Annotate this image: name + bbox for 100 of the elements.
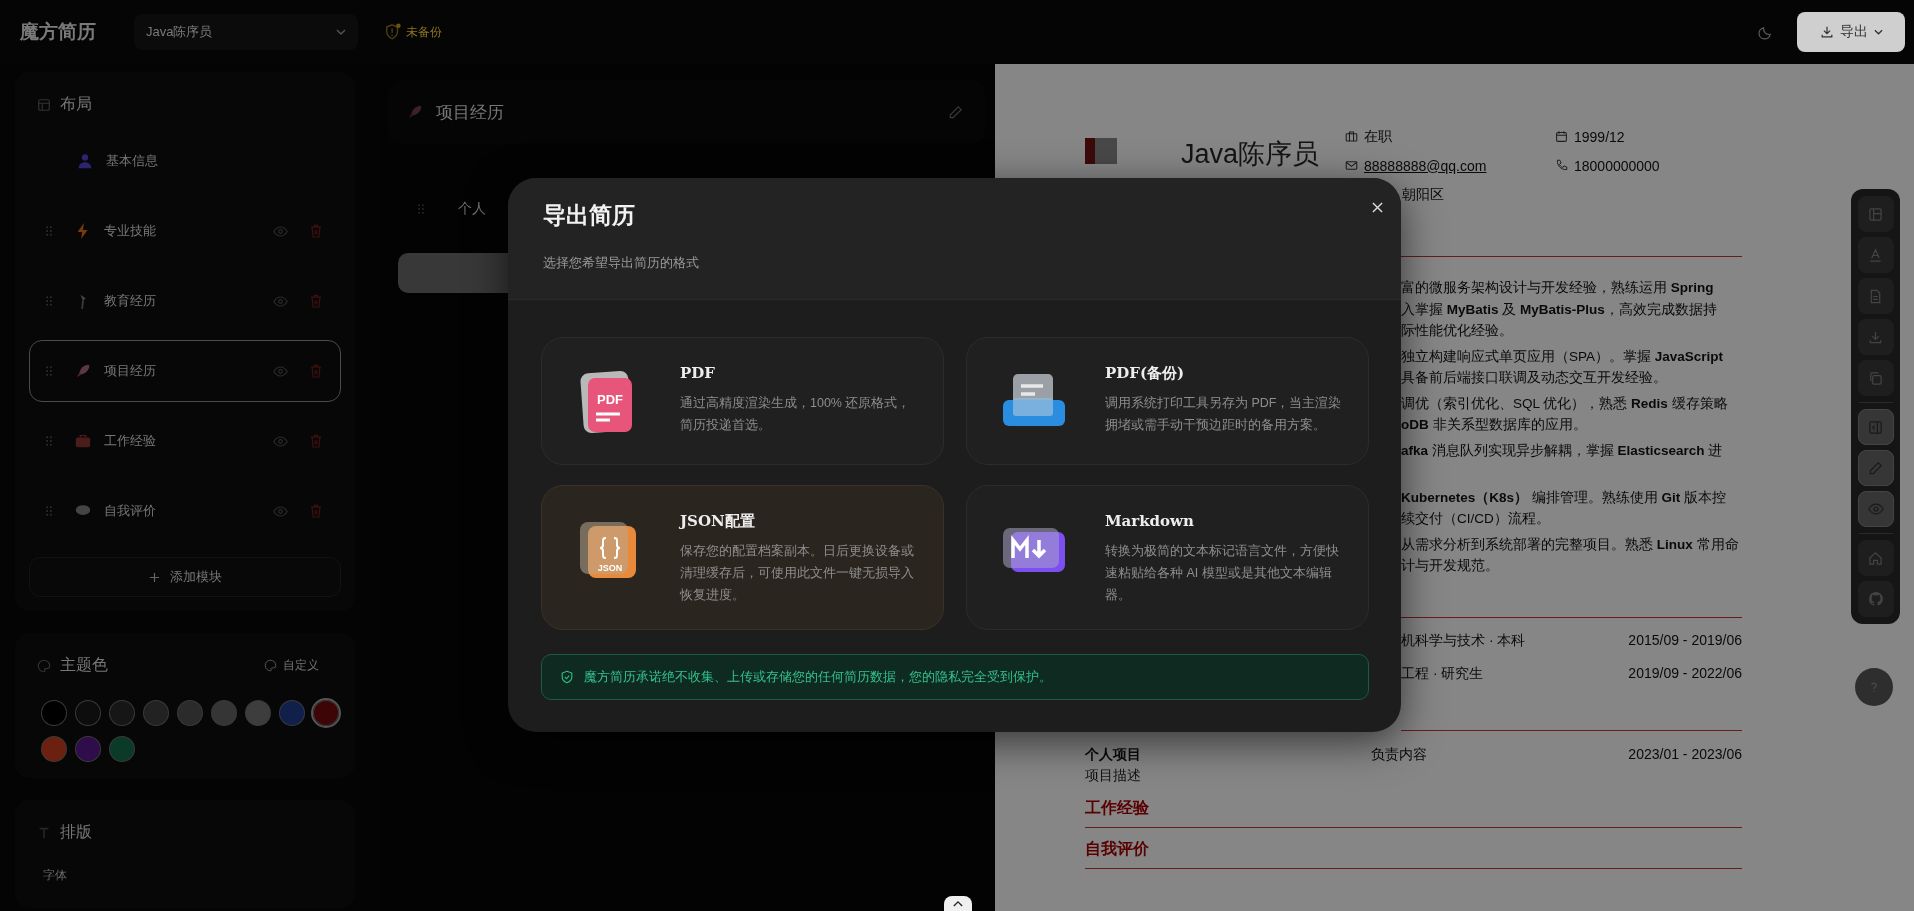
education-degree: 工程 · 研究生 [1401,663,1484,683]
privacy-text: 魔方简历承诺绝不收集、上传或存储您的任何简历数据，您的隐私完全受到保护。 [584,668,1052,686]
project-role: 负责内容 [1371,744,1427,764]
chevron-up-icon [953,900,963,907]
education-degree: 机科学与技术 · 本科 [1401,630,1526,650]
text-line: 具备前后端接口联调及动态交互开发经验。 [1401,369,1668,387]
drag-handle-icon[interactable] [418,203,424,215]
drag-handle-icon[interactable] [46,365,52,377]
palette-icon [264,659,277,672]
project-name: 个人项目 [1085,744,1142,764]
text-line: 计与开发规范。 [1401,557,1500,575]
text-line: 调优（索引优化、SQL 优化），熟悉 Redis 缓存策略 [1401,394,1729,413]
editor-title: 项目经历 [436,101,504,124]
project-description: 项目描述 [1085,766,1142,785]
format-description: 调用系统打印工具另存为 PDF，当主渲染拥堵或需手动干预边距时的备用方案。 [1105,395,1343,434]
drag-handle-icon[interactable] [46,295,52,307]
github-icon[interactable] [1857,581,1894,617]
calendar-icon [1555,130,1568,143]
item-title[interactable]: 个人 [458,200,486,218]
module-item[interactable]: 项目经历 [29,340,341,402]
resume-name: Java陈序员 [1180,138,1319,170]
trash-icon[interactable] [310,364,322,378]
plus-icon [148,571,160,583]
moon-icon[interactable] [1758,24,1773,40]
panel-title: 主题色 [60,655,108,675]
format-description: 通过高精度渲染生成，100% 还原格式，简历投递首选。 [680,395,912,434]
module-item[interactable]: 基本信息 [29,130,341,192]
help-icon[interactable] [1855,668,1893,706]
drag-handle-icon[interactable] [46,225,52,237]
pencil-icon[interactable] [1857,450,1894,486]
eye-icon[interactable] [273,225,288,237]
text-line: oDB 非关系型数据库的应用。 [1401,416,1588,434]
custom-color-button[interactable]: 自定义 [258,656,325,675]
panel-title: 布局 [60,94,92,114]
phone-icon [1555,159,1568,172]
export-button[interactable]: 导出 [1797,12,1905,52]
format-description: 转换为极简的文本标记语言文件，方便快速粘贴给各种 AI 模型或是其他文本编辑器。 [1105,543,1340,604]
format-option[interactable]: PDF(备份) 调用系统打印工具另存为 PDF，当主渲染拥堵或需手动干预边距时的备用方案。 [966,337,1369,465]
module-item[interactable]: 工作经验 [29,410,341,472]
text-line: 入掌握 MyBatis 及 MyBatis-Plus，高效完成数据持 [1401,300,1718,319]
briefcase-icon [74,432,92,450]
format-option[interactable]: Markdown 转换为极简的文本标记语言文件，方便快速粘贴给各种 AI 模型或是其他文本编辑器。 [966,485,1369,630]
text-line: 富的微服务架构设计与开发经验，熟练运用 Spring [1401,279,1715,297]
chevron-down-icon [336,29,346,35]
text-line: afka 消息队列实现异步解耦，掌握 Elasticsearch 进 [1401,441,1724,460]
download-icon[interactable] [1857,319,1894,355]
text-icon [37,825,51,840]
format-option[interactable]: PDF PDF 通过高精度渲染生成，100% 还原格式，简历投递首选。 [541,337,944,465]
sidebar-toggle-icon[interactable] [1857,409,1894,445]
text-style-icon[interactable] [1857,237,1894,273]
format-option[interactable]: JSON JSON配置 保存您的配置档案副本。日后更换设备或清理缓存后，可使用此文件一键无损导入恢复进度。 [541,485,944,630]
format-description: 保存您的配置档案副本。日后更换设备或清理缓存后，可使用此文件一键无损导入恢复进度。 [680,543,915,604]
panel-title: 排版 [60,822,92,842]
date-range: 2023/01 - 2023/06 [1628,744,1742,764]
format-title: PDF(备份) [1105,363,1186,384]
dialog-title: 导出简历 [543,200,636,230]
trash-icon[interactable] [310,224,322,238]
date-range: 2015/09 - 2019/06 [1628,630,1742,650]
module-item[interactable]: 教育经历 [29,270,341,332]
trash-icon[interactable] [310,434,322,448]
text-line: 际性能优化经验。 [1401,322,1514,340]
close-icon[interactable] [1372,202,1383,213]
resume-select[interactable]: Java陈序员 [134,14,358,50]
trash-icon[interactable] [310,504,322,518]
eye-icon[interactable] [273,505,288,517]
backup-status: 未备份 [406,23,442,41]
download-icon [1819,25,1834,39]
layout-icon [37,97,51,112]
info-text: 朝阳区 [1402,185,1444,204]
palette-icon [37,658,51,673]
drag-handle-icon[interactable] [46,505,52,517]
format-title: PDF [680,363,716,384]
layout-icon[interactable] [1857,196,1894,232]
email-link[interactable]: 88888888@qq.com [1364,157,1487,174]
info-text: 1999/12 [1574,128,1625,145]
section-heading: 工作经验 [1085,797,1150,818]
font-label: 字体 [42,867,68,884]
shield-warning-icon [384,23,402,41]
mail-icon [1345,159,1358,172]
trash-icon[interactable] [310,294,322,308]
document-icon[interactable] [1857,278,1894,314]
app-logo: 魔方简历 [20,20,96,44]
eye-icon[interactable] [273,435,288,447]
eye-icon[interactable] [1857,491,1894,527]
module-item[interactable]: 专业技能 [29,200,341,262]
copy-icon[interactable] [1857,360,1894,396]
eye-icon[interactable] [273,365,288,377]
format-title: Markdown [1105,511,1195,532]
info-text: 在职 [1364,127,1392,146]
home-icon[interactable] [1857,540,1894,576]
text-line: 续交付（CI/CD）流程。 [1401,510,1551,528]
eye-icon[interactable] [273,295,288,307]
drag-handle-icon[interactable] [46,435,52,447]
info-text: 18000000000 [1574,157,1660,174]
text-line: 从需求分析到系统部署的完整项目。熟悉 Linux 常用命 [1401,535,1740,554]
module-item[interactable]: 自我评价 [29,480,341,542]
pencil-icon[interactable] [948,104,963,120]
add-module-button[interactable]: 添加模块 [29,557,341,597]
briefcase-icon [1345,130,1358,143]
chevron-down-icon [1873,29,1883,35]
